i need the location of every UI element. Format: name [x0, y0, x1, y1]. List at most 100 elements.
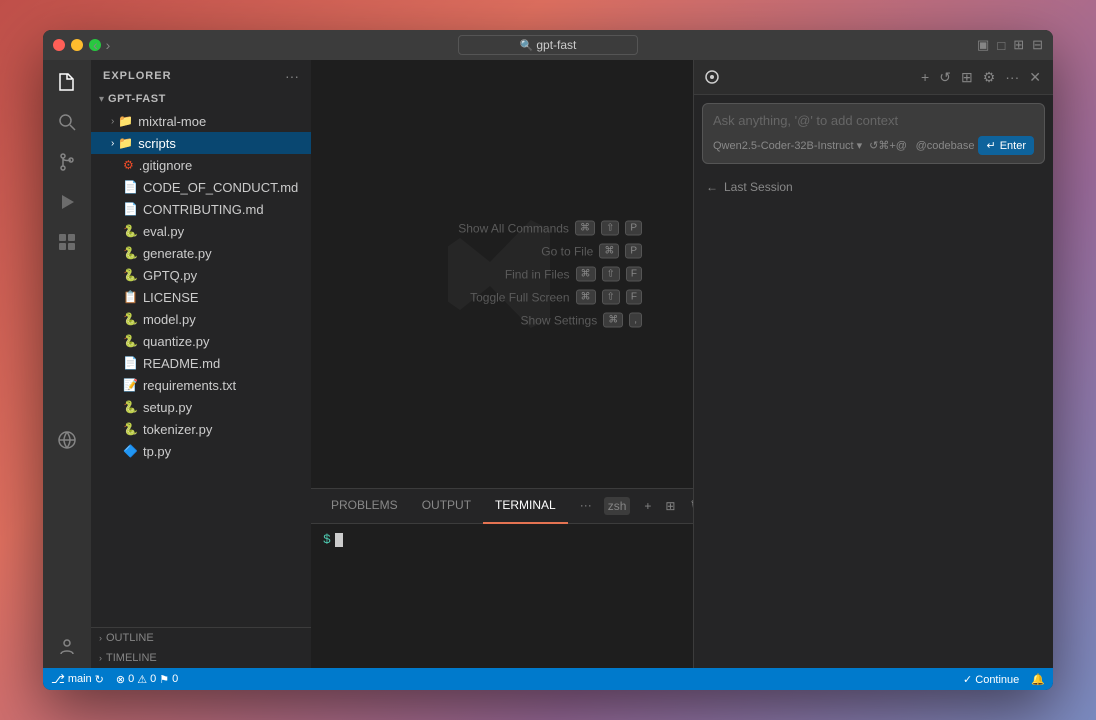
- session-back-arrow: ←: [706, 180, 718, 194]
- hint-toggle-fullscreen: Toggle Full Screen ⌘ ⇧ F: [362, 290, 642, 305]
- info-icon: ⚑: [159, 673, 169, 686]
- error-count: 0: [128, 673, 134, 685]
- git-activity-icon[interactable]: [53, 148, 81, 176]
- title-search[interactable]: 🔍 gpt-fast: [458, 35, 638, 55]
- sidebar-more-button[interactable]: ···: [285, 68, 299, 84]
- outline-chevron: ›: [99, 633, 102, 643]
- explorer-icon[interactable]: [53, 68, 81, 96]
- file-generate[interactable]: 🐍 generate.py: [91, 242, 311, 264]
- file-gitignore[interactable]: ⚙ .gitignore: [91, 154, 311, 176]
- terminal-new-button[interactable]: +: [640, 497, 655, 515]
- ai-close-button[interactable]: ✕: [1027, 67, 1043, 88]
- layout-btn-2[interactable]: □: [997, 38, 1005, 53]
- file-license[interactable]: 📋 LICENSE: [91, 286, 311, 308]
- setup-label: setup.py: [143, 400, 192, 415]
- ai-logo-icon: [704, 69, 720, 85]
- ai-more-button[interactable]: ···: [1003, 67, 1021, 87]
- ai-codebase-chip[interactable]: @codebase: [916, 140, 975, 152]
- hint-label-settings: Show Settings: [362, 313, 597, 327]
- tokenizer-label: tokenizer.py: [143, 422, 212, 437]
- enter-label: Enter: [1000, 140, 1026, 152]
- search-activity-icon[interactable]: [53, 108, 81, 136]
- kbd-cmd2: ⌘: [599, 244, 619, 259]
- sidebar-item-mixtral-moe[interactable]: › 📁 mixtral-moe: [91, 110, 311, 132]
- requirements-label: requirements.txt: [143, 378, 236, 393]
- tab-output[interactable]: OUTPUT: [410, 489, 483, 524]
- close-button[interactable]: [53, 39, 65, 51]
- ai-input-field[interactable]: [713, 113, 1034, 128]
- tp-label: tp.py: [143, 444, 171, 459]
- file-quantize[interactable]: 🐍 quantize.py: [91, 330, 311, 352]
- tab-problems[interactable]: PROBLEMS: [319, 489, 410, 524]
- readme-label: README.md: [143, 356, 220, 371]
- terminal-split-button[interactable]: ⊞: [661, 497, 679, 515]
- hint-label-goto: Go to File: [362, 244, 593, 258]
- forward-button[interactable]: ›: [106, 37, 111, 53]
- sync-icon: ↻: [95, 673, 104, 686]
- back-button[interactable]: ‹: [93, 37, 98, 53]
- file-code-of-conduct[interactable]: 📄 CODE_OF_CONDUCT.md: [91, 176, 311, 198]
- ai-settings-button[interactable]: ⚙: [981, 67, 998, 88]
- activity-bar: [43, 60, 91, 668]
- activity-bar-bottom: [53, 632, 81, 660]
- status-errors[interactable]: ⊗ 0 ⚠ 0 ⚑ 0: [116, 673, 178, 686]
- status-branch[interactable]: ⎇ main ↻: [51, 672, 104, 686]
- layout-btn-4[interactable]: ⊟: [1032, 37, 1043, 53]
- file-eval[interactable]: 🐍 eval.py: [91, 220, 311, 242]
- warning-count: 0: [150, 673, 156, 685]
- gptq-label: GPTQ.py: [143, 268, 197, 283]
- status-continue[interactable]: ✓ Continue: [963, 673, 1019, 686]
- ai-panel-actions: + ↺ ⊞ ⚙ ··· ✕: [919, 67, 1043, 88]
- ai-header-left: [704, 69, 919, 85]
- minimize-button[interactable]: [71, 39, 83, 51]
- layout-btn-1[interactable]: ▣: [977, 37, 989, 53]
- kbd-p: P: [625, 221, 642, 236]
- tree-root[interactable]: ▾ GPT-FAST: [91, 88, 311, 110]
- hint-label-find: Find in Files: [362, 267, 570, 281]
- ai-context-shortcut: ⌘+@: [878, 139, 907, 152]
- ai-refresh-icon[interactable]: ↺: [869, 139, 878, 152]
- kbd-cmd5: ⌘: [603, 313, 623, 328]
- sidebar: EXPLORER ··· ▾ GPT-FAST › 📁 mixtral-moe: [91, 60, 311, 668]
- license-icon: 📋: [123, 290, 138, 304]
- remote-activity-icon[interactable]: [53, 426, 81, 454]
- extensions-activity-icon[interactable]: [53, 228, 81, 256]
- eval-icon: 🐍: [123, 224, 138, 238]
- ai-last-session[interactable]: ← Last Session: [694, 172, 1053, 202]
- root-chevron: ▾: [99, 94, 104, 105]
- ai-layout-button[interactable]: ⊞: [959, 67, 975, 88]
- status-bar: ⎇ main ↻ ⊗ 0 ⚠ 0 ⚑ 0 ✓ Continue 🔔: [43, 668, 1053, 690]
- ai-new-chat-button[interactable]: +: [919, 67, 931, 87]
- file-model[interactable]: 🐍 model.py: [91, 308, 311, 330]
- outline-section[interactable]: › OUTLINE: [91, 628, 311, 648]
- tab-more[interactable]: ···: [568, 489, 604, 524]
- file-gptq[interactable]: 🐍 GPTQ.py: [91, 264, 311, 286]
- scripts-chevron: ›: [111, 138, 114, 149]
- sidebar-actions: ···: [285, 68, 299, 84]
- ai-model-selector[interactable]: Qwen2.5-Coder-32B-Instruct ▾ ↺: [713, 139, 878, 152]
- sidebar-item-scripts[interactable]: › 📁 scripts: [91, 132, 311, 154]
- timeline-section[interactable]: › TIMELINE: [91, 648, 311, 668]
- account-icon[interactable]: [53, 632, 81, 660]
- file-setup[interactable]: 🐍 setup.py: [91, 396, 311, 418]
- hint-goto-file: Go to File ⌘ P: [362, 244, 642, 259]
- file-requirements[interactable]: 📝 requirements.txt: [91, 374, 311, 396]
- status-notifications[interactable]: 🔔: [1031, 673, 1045, 686]
- license-label: LICENSE: [143, 290, 199, 305]
- command-hints: Show All Commands ⌘ ⇧ P Go to File ⌘ P F…: [362, 221, 642, 328]
- terminal-trash-button[interactable]: 🗑: [685, 497, 693, 515]
- file-tokenizer[interactable]: 🐍 tokenizer.py: [91, 418, 311, 440]
- tab-terminal[interactable]: TERMINAL: [483, 489, 568, 524]
- file-contributing[interactable]: 📄 CONTRIBUTING.md: [91, 198, 311, 220]
- file-tp[interactable]: 🔷 tp.py: [91, 440, 311, 462]
- sidebar-title: EXPLORER: [103, 70, 172, 82]
- debug-activity-icon[interactable]: [53, 188, 81, 216]
- contributing-icon: 📄: [123, 202, 138, 216]
- kbd-shift2: ⇧: [602, 267, 620, 282]
- root-label: GPT-FAST: [108, 93, 166, 105]
- search-text: gpt-fast: [536, 38, 576, 52]
- file-readme[interactable]: 📄 README.md: [91, 352, 311, 374]
- ai-restore-button[interactable]: ↺: [937, 67, 953, 88]
- layout-btn-3[interactable]: ⊞: [1013, 37, 1024, 53]
- ai-enter-button[interactable]: ↵ Enter: [978, 136, 1034, 155]
